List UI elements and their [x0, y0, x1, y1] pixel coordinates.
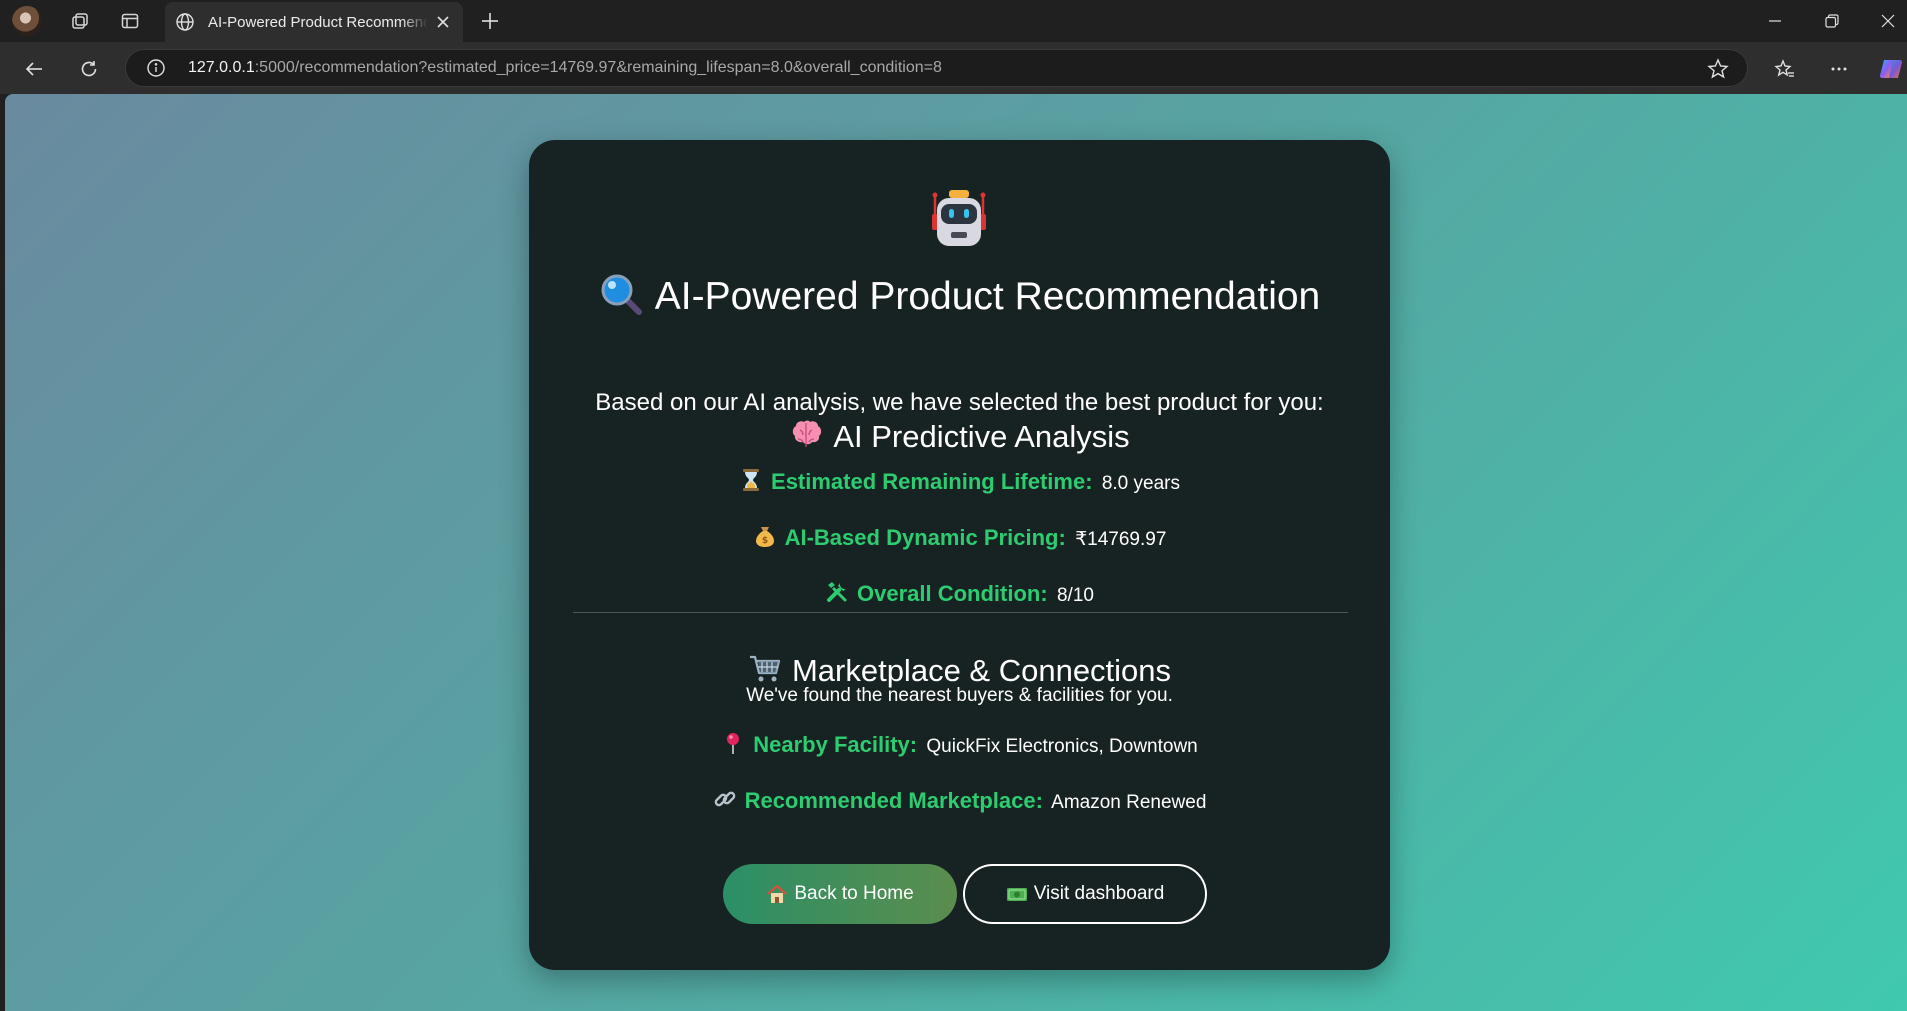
section-divider: [573, 612, 1348, 613]
cart-icon: [749, 655, 781, 682]
tab-title: AI-Powered Product Recommendation: [208, 13, 428, 31]
hourglass-icon: [743, 469, 760, 491]
marketplace-row: Recommended Marketplace: Amazon Renewed: [529, 787, 1390, 814]
tools-icon: [827, 582, 847, 602]
magnifier-icon: [601, 274, 642, 315]
back-to-home-button[interactable]: Back to Home: [723, 864, 957, 924]
marketplace-label: Recommended Marketplace:: [744, 788, 1043, 813]
link-icon: [714, 791, 735, 807]
close-window-icon[interactable]: [1864, 0, 1907, 42]
minimize-icon[interactable]: [1751, 0, 1799, 42]
address-bar[interactable]: 127.0.0.1:5000/recommendation?estimated_…: [125, 49, 1748, 87]
analysis-heading-text: AI Predictive Analysis: [833, 419, 1130, 454]
condition-label: Overall Condition:: [857, 581, 1048, 606]
restore-icon[interactable]: [1808, 0, 1856, 42]
pricing-row: $ AI-Based Dynamic Pricing: ₹14769.97: [529, 524, 1390, 551]
visit-dashboard-label: Visit dashboard: [1033, 883, 1165, 904]
favorite-star-icon[interactable]: [1707, 58, 1729, 80]
marketplace-value: Amazon Renewed: [1051, 792, 1207, 813]
pricing-value: ₹14769.97: [1075, 529, 1167, 550]
lead-text: Based on our AI analysis, we have select…: [595, 389, 1324, 416]
recommendation-card: AI-Powered Product Recommendation Based …: [529, 140, 1390, 970]
browser-nav-bar: 127.0.0.1:5000/recommendation?estimated_…: [0, 42, 1907, 94]
brain-icon: [793, 420, 822, 447]
workspaces-icon[interactable]: [62, 3, 98, 39]
vertical-tabs-icon[interactable]: [112, 3, 148, 39]
facility-label: Nearby Facility:: [753, 732, 918, 757]
robot-icon: [932, 190, 986, 246]
house-icon: [767, 884, 788, 903]
lifetime-label: Estimated Remaining Lifetime:: [771, 469, 1093, 494]
copilot-icon[interactable]: [1873, 51, 1907, 87]
url-host: 127.0.0.1: [188, 59, 255, 76]
favorites-icon[interactable]: [1767, 51, 1803, 87]
visit-dashboard-button[interactable]: Visit dashboard: [963, 864, 1207, 924]
new-tab-icon[interactable]: [472, 3, 508, 39]
reload-icon[interactable]: [71, 51, 107, 87]
browser-tab-bar: AI-Powered Product Recommendation: [0, 0, 1907, 42]
back-icon[interactable]: [16, 51, 52, 87]
back-to-home-label: Back to Home: [794, 883, 914, 904]
page-viewport: AI-Powered Product Recommendation Based …: [5, 94, 1907, 1011]
active-tab[interactable]: AI-Powered Product Recommendation: [165, 2, 463, 42]
marketplace-heading-text: Marketplace & Connections: [791, 653, 1172, 688]
condition-row: Overall Condition: 8/10: [529, 580, 1390, 607]
page-title: AI-Powered Product Recommendation: [529, 272, 1390, 320]
page-title-text: AI-Powered Product Recommendation: [654, 275, 1321, 318]
banknote-icon: [1006, 888, 1027, 901]
marketplace-heading: Marketplace & Connections: [529, 652, 1390, 689]
svg-text:$: $: [761, 536, 767, 546]
pin-icon: [727, 733, 740, 754]
condition-value: 8/10: [1056, 585, 1094, 606]
url-text[interactable]: 127.0.0.1:5000/recommendation?estimated_…: [188, 59, 942, 77]
more-options-icon[interactable]: [1821, 51, 1857, 87]
money-bag-icon: $: [755, 527, 774, 547]
analysis-heading: AI Predictive Analysis: [529, 418, 1390, 455]
globe-icon: [176, 13, 194, 31]
facility-value: QuickFix Electronics, Downtown: [926, 736, 1198, 757]
facility-row: Nearby Facility: QuickFix Electronics, D…: [529, 731, 1390, 758]
lifetime-value: 8.0 years: [1101, 473, 1180, 494]
pricing-label: AI-Based Dynamic Pricing:: [784, 525, 1066, 550]
site-info-icon[interactable]: [146, 58, 166, 78]
lifetime-row: Estimated Remaining Lifetime: 8.0 years: [529, 468, 1390, 495]
url-path: :5000/recommendation?estimated_price=147…: [254, 59, 942, 76]
close-tab-icon[interactable]: [433, 12, 453, 32]
profile-avatar[interactable]: [12, 6, 42, 36]
marketplace-subtitle: We've found the nearest buyers & facilit…: [746, 685, 1173, 706]
